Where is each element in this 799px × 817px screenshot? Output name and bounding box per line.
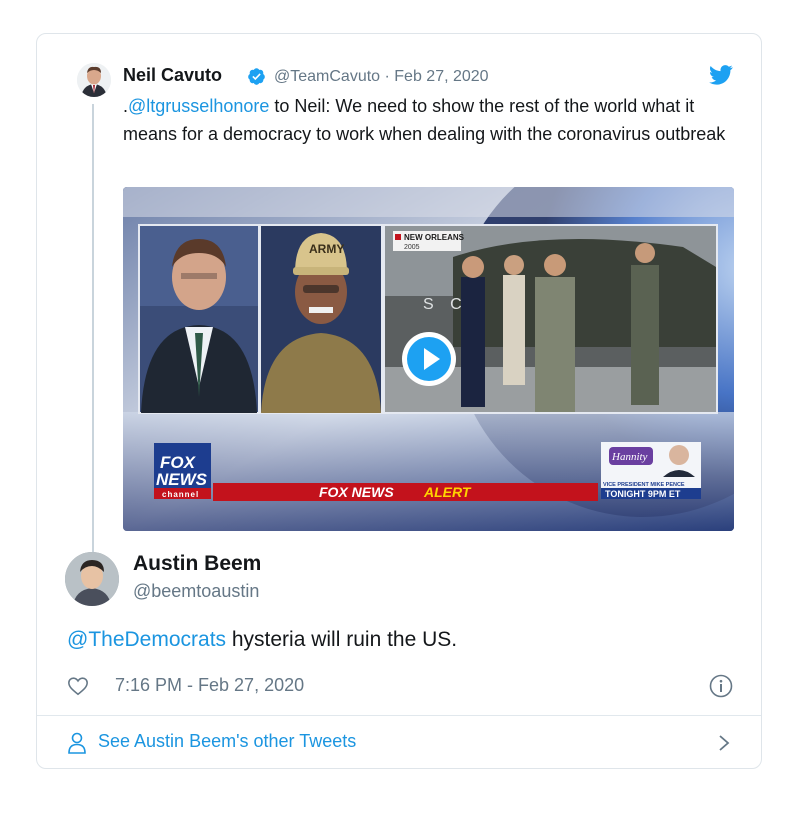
locator-year: 2005 [404,244,420,251]
tweet-text-body: hysteria will ruin the US. [226,628,458,651]
tweet-mention-link[interactable]: @TheDemocrats [67,628,226,651]
play-icon[interactable] [401,331,457,387]
quoted-tweet-text: .@ltgrusselhonore to Neil: We need to sh… [123,92,733,148]
author-handle[interactable]: @beemtoaustin [133,581,259,602]
info-icon[interactable] [709,674,733,698]
tweet-text: @TheDemocrats hysteria will ruin the US. [67,628,457,652]
see-other-tweets-label: See Austin Beem's other Tweets [98,731,357,751]
author-name[interactable]: Austin Beem [133,552,261,576]
see-other-tweets-link[interactable]: See Austin Beem's other Tweets [67,725,737,759]
quoted-author-avatar[interactable] [77,63,111,97]
promo-time: TONIGHT 9PM ET [605,489,681,499]
video-player[interactable]: ARMY S C NEW ORLEANS 2005 FOX NEWS chann… [123,187,734,531]
quoted-mention-link[interactable]: @ltgrusselhonore [128,96,269,116]
twitter-bird-icon[interactable] [709,65,733,85]
heart-icon[interactable] [67,675,89,697]
quoted-tweet-meta[interactable]: @TeamCavuto · Feb 27, 2020 [274,68,489,86]
backdrop-lettering: S C [423,296,468,313]
chevron-right-icon [719,735,730,751]
tweet-timestamp[interactable]: 7:16 PM - Feb 27, 2020 [115,675,304,696]
promo-show: Hannity [611,451,648,463]
alert-bar [213,483,598,501]
embedded-tweet-card: Neil Cavuto @TeamCavuto · Feb 27, 2020 .… [36,33,762,769]
verified-badge-icon [248,68,265,85]
locator-text: NEW ORLEANS [404,233,465,242]
alert-prefix: FOX NEWS [319,484,394,500]
footer-divider [37,715,761,716]
alert-word: ALERT [423,484,472,500]
quoted-author-name[interactable]: Neil Cavuto [123,65,222,86]
logo-line-3: channel [162,490,199,499]
cap-text: ARMY [309,242,344,256]
author-avatar[interactable] [65,552,119,606]
promo-guest: VICE PRESIDENT MIKE PENCE [603,482,685,488]
person-icon [68,732,86,754]
logo-line-2: NEWS [156,470,208,489]
thread-connector-line [92,104,94,582]
